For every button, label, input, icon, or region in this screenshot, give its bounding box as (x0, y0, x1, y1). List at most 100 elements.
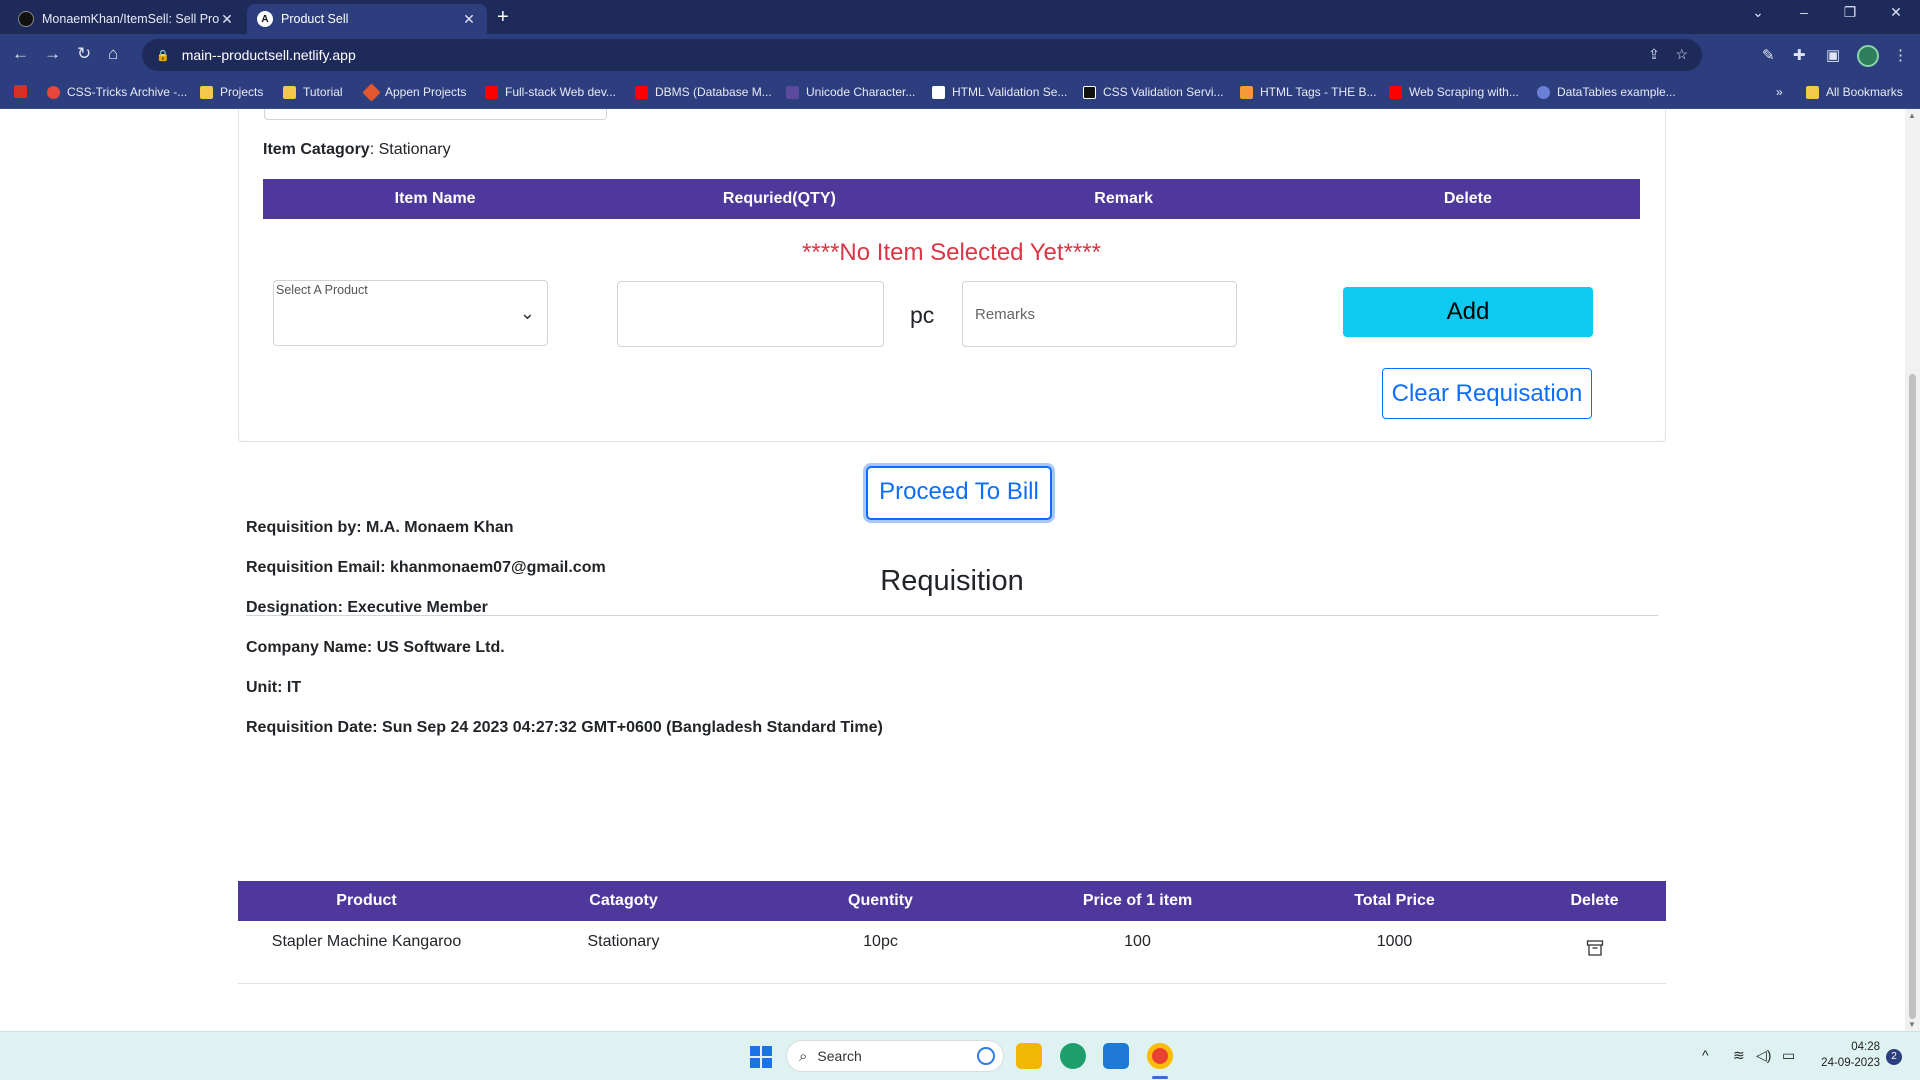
unit: Unit: IT (246, 679, 302, 696)
bookmark-item[interactable]: Tutorial (283, 85, 343, 99)
category-cell: Stationary (587, 933, 660, 950)
close-icon[interactable]: ✕ (219, 11, 235, 28)
bookmark-item[interactable]: HTML Tags - THE B... (1240, 85, 1376, 99)
bookmark-item[interactable]: DBMS (Database M... (635, 85, 772, 99)
system-clock[interactable]: 04:28 24-09-2023 (1808, 1039, 1880, 1071)
search-icon: ⌕ (799, 1047, 808, 1065)
active-app-indicator (1152, 1076, 1168, 1079)
notification-badge[interactable]: 2 (1886, 1049, 1902, 1065)
column-header: Price of 1 item (1082, 892, 1193, 909)
product-select-label: Select A Product (276, 283, 368, 297)
file-explorer-icon[interactable] (1016, 1043, 1042, 1069)
bing-icon[interactable] (977, 1047, 995, 1065)
edge-icon[interactable] (1060, 1043, 1086, 1069)
tab-github[interactable]: MonaemKhan/ItemSell: Sell Prod ✕ (8, 4, 245, 34)
browser-toolbar: ← → ↻ ⌂ 🔒 main--productsell.netlify.app … (0, 34, 1920, 76)
column-header: Item Name (394, 190, 476, 207)
new-tab-icon[interactable]: + (497, 6, 509, 29)
product-select[interactable]: Select A Product ⌄ (273, 280, 548, 346)
column-header: Delete (1570, 892, 1619, 909)
vscode-icon[interactable] (1103, 1043, 1129, 1069)
table-row: Stapler Machine Kangaroo Stationary 10pc… (238, 921, 1666, 984)
restore-icon[interactable]: ❐ (1830, 4, 1870, 21)
gmail-icon[interactable] (14, 85, 34, 98)
all-bookmarks[interactable]: All Bookmarks (1806, 85, 1903, 99)
column-header: Requried(QTY) (722, 190, 836, 207)
chevron-down-icon: ⌄ (519, 303, 535, 323)
side-panel-icon[interactable]: ▣ (1826, 46, 1840, 64)
item-table-header: Item Name Requried(QTY) Remark Delete (263, 179, 1640, 219)
requisition-by: Requisition by: M.A. Monaem Khan (246, 519, 514, 536)
column-header: Quentity (848, 892, 913, 909)
empty-items-message: ****No Item Selected Yet**** (802, 239, 1101, 266)
add-button[interactable]: Add (1343, 287, 1593, 337)
requisition-date: Requisition Date: Sun Sep 24 2023 04:27:… (246, 719, 883, 736)
bookmark-item[interactable]: Unicode Character... (786, 85, 915, 99)
extensions-icon[interactable]: ✚ (1793, 46, 1806, 64)
github-icon (18, 11, 34, 27)
bookmark-item[interactable]: CSS-Tricks Archive -... (47, 85, 187, 99)
home-icon[interactable]: ⌂ (108, 44, 118, 64)
tab-title: Product Sell (281, 12, 349, 26)
back-icon[interactable]: ← (12, 44, 29, 64)
bookmarks-bar: CSS-Tricks Archive -... Projects Tutoria… (0, 76, 1920, 109)
remarks-input[interactable] (962, 281, 1237, 347)
price-cell: 100 (1124, 933, 1151, 950)
tab-search-icon[interactable]: ⌄ (1738, 4, 1778, 21)
tab-product-sell[interactable]: A Product Sell ✕ (247, 4, 487, 34)
delete-cell (1523, 921, 1666, 983)
column-header: Total Price (1354, 892, 1435, 909)
browser-tab-bar: MonaemKhan/ItemSell: Sell Prod ✕ A Produ… (0, 0, 1920, 34)
bookmark-item[interactable]: Web Scraping with... (1389, 85, 1519, 99)
total-cell: 1000 (1376, 933, 1413, 950)
bookmark-item[interactable]: HTML Validation Se... (932, 85, 1067, 99)
share-icon[interactable]: ⇪ ☆ (1648, 46, 1688, 63)
column-header: Delete (1443, 190, 1492, 207)
windows-taskbar: ⌕ Search ^ ≋ ◁) ▭ 04:28 24-09-2023 2 (0, 1031, 1920, 1080)
scroll-down-icon[interactable]: ▼ (1908, 1020, 1916, 1029)
clear-requisition-button[interactable]: Clear Requisation (1382, 368, 1592, 419)
taskbar-search[interactable]: ⌕ Search (786, 1040, 1004, 1072)
item-category: Item Catagory: Stationary (263, 141, 451, 158)
bookmark-item[interactable]: DataTables example... (1537, 85, 1676, 99)
profile-avatar[interactable] (1857, 45, 1879, 67)
company-name: Company Name: US Software Ltd. (246, 639, 505, 656)
bookmark-item[interactable]: CSS Validation Servi... (1083, 85, 1224, 99)
bill-table-header: Product Catagoty Quentity Price of 1 ite… (238, 881, 1666, 921)
lock-icon: 🔒 (156, 49, 170, 62)
unit-label: pc (910, 302, 935, 328)
volume-icon[interactable]: ◁) (1756, 1047, 1771, 1064)
window-close-icon[interactable]: ✕ (1876, 4, 1916, 21)
url-text: main--productsell.netlify.app (181, 47, 356, 63)
pen-icon[interactable]: ✎ (1762, 46, 1775, 64)
tab-title: MonaemKhan/ItemSell: Sell Prod (42, 12, 219, 26)
battery-icon[interactable]: ▭ (1782, 1047, 1795, 1064)
reload-icon[interactable]: ↻ (77, 44, 91, 64)
bookmark-item[interactable]: Projects (200, 85, 263, 99)
windows-start-icon[interactable] (750, 1046, 772, 1068)
quantity-cell: 10pc (863, 933, 898, 950)
minimize-icon[interactable]: – (1784, 4, 1824, 20)
bill-table: Product Catagoty Quentity Price of 1 ite… (238, 881, 1666, 984)
angular-icon: A (257, 11, 273, 27)
proceed-to-bill-button[interactable]: Proceed To Bill (866, 466, 1052, 520)
category-select[interactable] (264, 109, 607, 120)
chrome-icon[interactable] (1147, 1043, 1173, 1069)
menu-icon[interactable]: ⋮ (1893, 46, 1908, 64)
wifi-icon[interactable]: ≋ (1733, 1047, 1745, 1064)
bookmark-item[interactable]: Full-stack Web dev... (485, 85, 616, 99)
archive-icon[interactable] (1586, 939, 1604, 957)
bookmark-item[interactable]: Appen Projects (362, 82, 466, 102)
column-header: Catagoty (589, 892, 658, 909)
product-cell: Stapler Machine Kangaroo (271, 933, 462, 950)
more-bookmarks-icon[interactable]: » (1776, 85, 1783, 99)
scroll-up-icon[interactable]: ▲ (1908, 111, 1916, 120)
chevron-up-icon[interactable]: ^ (1702, 1047, 1709, 1063)
forward-icon[interactable]: → (44, 44, 61, 64)
close-icon[interactable]: ✕ (461, 11, 477, 28)
page-scrollbar[interactable]: ▲ ▼ (1905, 109, 1920, 1031)
scrollbar-thumb[interactable] (1909, 374, 1916, 1019)
address-bar[interactable]: 🔒 main--productsell.netlify.app ⇪ ☆ (142, 39, 1702, 71)
quantity-input[interactable] (617, 281, 884, 347)
column-header: Product (336, 892, 397, 909)
